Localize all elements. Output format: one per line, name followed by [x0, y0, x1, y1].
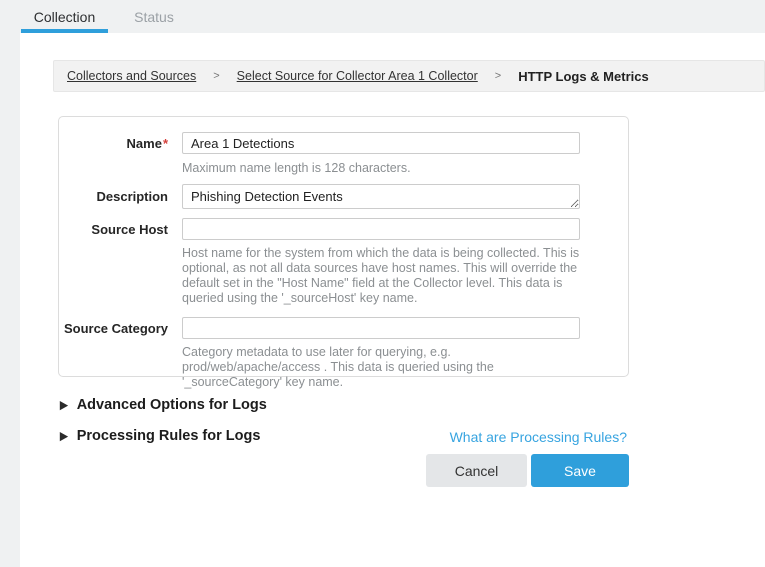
breadcrumb-current-page: HTTP Logs & Metrics	[518, 69, 649, 84]
source-host-help-text: Host name for the system from which the …	[182, 246, 580, 306]
source-config-panel: Name* Maximum name length is 128 charact…	[58, 116, 629, 377]
tab-status[interactable]: Status	[128, 0, 180, 33]
top-tab-bar: Collection Status	[0, 0, 765, 33]
breadcrumb-link-collectors-and-sources[interactable]: Collectors and Sources	[67, 69, 196, 83]
name-help-text: Maximum name length is 128 characters.	[182, 161, 582, 176]
breadcrumb: Collectors and Sources > Select Source f…	[53, 60, 765, 92]
what-are-processing-rules-link[interactable]: What are Processing Rules?	[450, 429, 627, 445]
name-label: Name*	[59, 136, 168, 151]
name-label-text: Name	[127, 136, 162, 151]
processing-rules-label: Processing Rules for Logs	[77, 428, 261, 444]
name-input[interactable]	[182, 132, 580, 154]
source-category-label: Source Category	[59, 321, 168, 336]
source-host-label: Source Host	[59, 222, 168, 237]
required-asterisk: *	[163, 136, 168, 151]
advanced-options-toggle[interactable]: ▶ Advanced Options for Logs	[60, 397, 267, 413]
cancel-button[interactable]: Cancel	[426, 454, 527, 487]
breadcrumb-separator-icon: >	[213, 70, 219, 82]
processing-rules-toggle[interactable]: ▶ Processing Rules for Logs	[60, 428, 260, 444]
collapsed-triangle-icon: ▶	[60, 430, 68, 442]
advanced-options-label: Advanced Options for Logs	[77, 397, 267, 413]
source-category-input[interactable]	[182, 317, 580, 339]
description-label: Description	[59, 189, 168, 204]
save-button[interactable]: Save	[531, 454, 629, 487]
source-category-help-text: Category metadata to use later for query…	[182, 345, 584, 390]
breadcrumb-link-select-source[interactable]: Select Source for Collector Area 1 Colle…	[237, 69, 478, 83]
breadcrumb-separator-icon: >	[495, 70, 501, 82]
description-input[interactable]: Phishing Detection Events	[182, 184, 580, 209]
source-host-input[interactable]	[182, 218, 580, 240]
collapsed-triangle-icon: ▶	[60, 399, 68, 411]
